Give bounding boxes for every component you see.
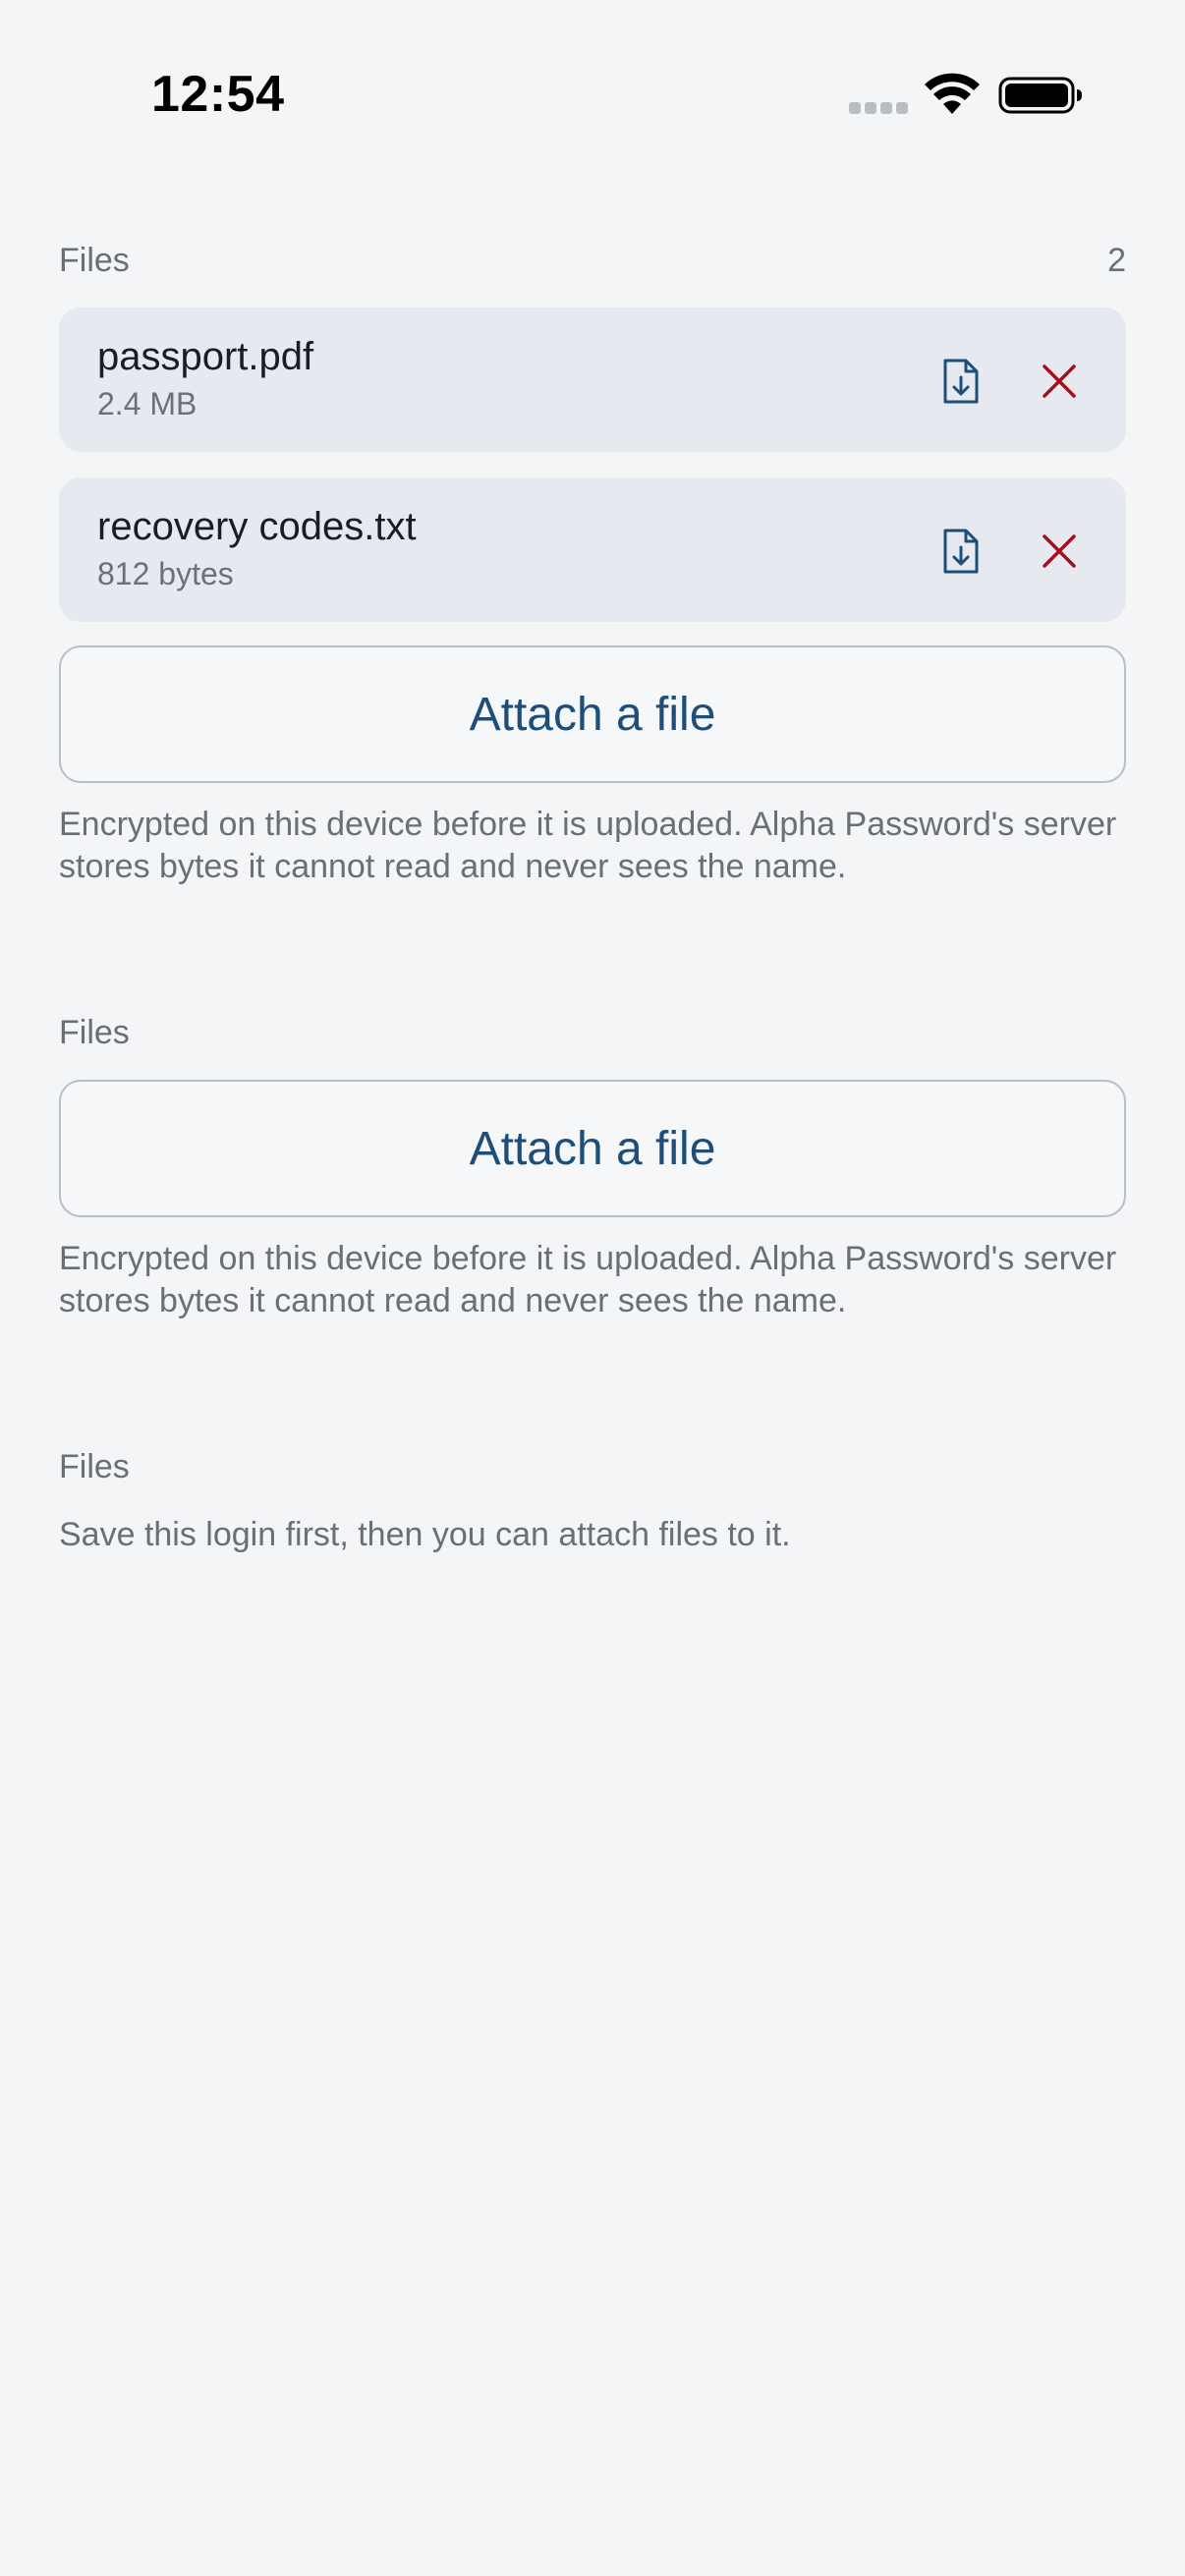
encryption-help-text: Encrypted on this device before it is up… xyxy=(59,1240,1117,1319)
file-download-icon xyxy=(943,529,979,574)
save-first-help-text: Save this login first, then you can atta… xyxy=(59,1516,791,1553)
file-download-icon xyxy=(943,359,979,404)
attach-file-button[interactable]: Attach a file xyxy=(59,1080,1126,1217)
file-name: passport.pdf xyxy=(97,335,314,378)
section-label-files: Files xyxy=(59,242,130,279)
close-icon xyxy=(1043,364,1076,398)
battery-icon xyxy=(998,77,1082,114)
file-count-badge: 2 xyxy=(1107,242,1126,279)
file-row: recovery codes.txt 812 bytes xyxy=(59,477,1126,622)
remove-file-button[interactable] xyxy=(1022,347,1097,416)
file-size: 2.4 MB xyxy=(97,386,198,421)
remove-file-button[interactable] xyxy=(1022,517,1097,586)
file-row: passport.pdf 2.4 MB xyxy=(59,308,1126,452)
download-file-button[interactable] xyxy=(924,517,998,586)
wifi-icon xyxy=(925,73,980,114)
cellular-signal-icon xyxy=(849,102,908,116)
file-name: recovery codes.txt xyxy=(97,505,417,548)
attach-file-button[interactable]: Attach a file xyxy=(59,645,1126,783)
close-icon xyxy=(1043,534,1076,568)
section-label-files: Files xyxy=(59,1448,130,1485)
section-label-files: Files xyxy=(59,1014,130,1051)
status-time: 12:54 xyxy=(151,66,285,123)
file-size: 812 bytes xyxy=(97,556,234,591)
download-file-button[interactable] xyxy=(924,347,998,416)
status-bar: 12:54 xyxy=(0,0,1185,187)
encryption-help-text: Encrypted on this device before it is up… xyxy=(59,806,1117,885)
